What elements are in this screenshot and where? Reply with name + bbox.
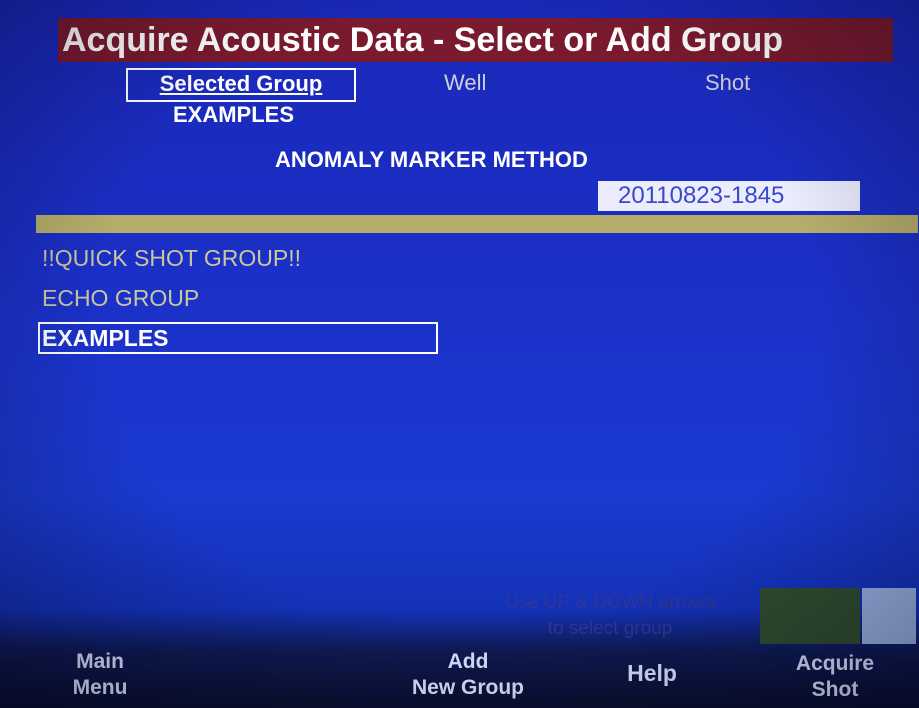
group-list[interactable]: !!QUICK SHOT GROUP!! ECHO GROUP EXAMPLES <box>38 240 458 360</box>
group-list-item[interactable]: ECHO GROUP <box>38 280 458 320</box>
group-list-item[interactable]: !!QUICK SHOT GROUP!! <box>38 240 458 280</box>
hint-line-2: to select group <box>547 618 673 639</box>
selected-group-tab[interactable]: Selected Group <box>126 68 356 102</box>
status-indicator-light <box>862 588 916 644</box>
header-divider <box>36 215 918 233</box>
acquire-label-line1: Acquire <box>795 652 875 675</box>
acquire-label-line2: Shot <box>811 678 859 701</box>
shot-column-header[interactable]: Shot <box>705 68 750 98</box>
selected-group-value: EXAMPLES <box>173 102 295 127</box>
help-label: Help <box>627 660 677 686</box>
add-group-label-line1: Add <box>447 650 489 673</box>
add-group-label-line2: New Group <box>411 676 524 699</box>
acquire-shot-button[interactable]: Acquire Shot <box>780 651 890 703</box>
main-menu-label-line1: Main <box>76 650 124 673</box>
hint-line-1: Use UP & DOWN arrows <box>504 592 716 613</box>
main-menu-label-line2: Menu <box>72 676 128 699</box>
acquire-screen: Acquire Acoustic Data - Select or Add Gr… <box>0 0 919 708</box>
navigation-hint: Use UP & DOWN arrows to select group <box>470 590 750 642</box>
status-indicator-green <box>760 588 860 644</box>
group-list-item-selected[interactable]: EXAMPLES <box>38 320 458 360</box>
well-column-header[interactable]: Well <box>444 68 486 98</box>
screen-title: Acquire Acoustic Data - Select or Add Gr… <box>58 18 893 62</box>
help-button[interactable]: Help <box>610 660 694 686</box>
selected-well-value: ANOMALY MARKER METHOD <box>275 147 588 172</box>
main-menu-button[interactable]: Main Menu <box>58 649 142 701</box>
add-new-group-button[interactable]: Add New Group <box>393 649 543 701</box>
shot-id-field: 20110823-1845 <box>598 181 860 211</box>
